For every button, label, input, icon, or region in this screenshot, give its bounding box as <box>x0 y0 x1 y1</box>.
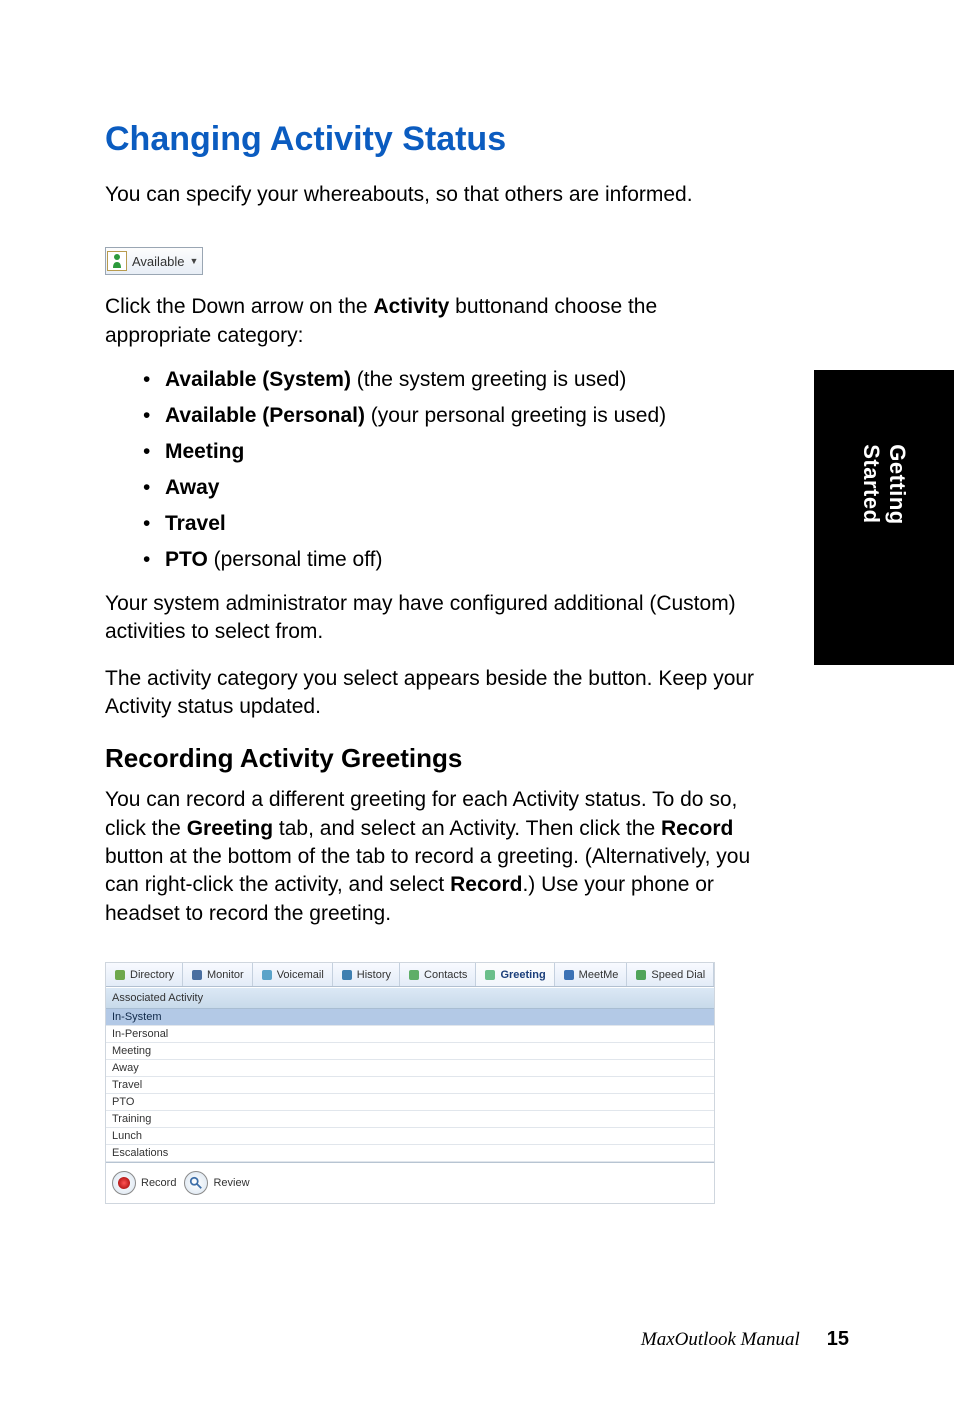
tab-label: MeetMe <box>579 969 619 981</box>
greeting-panel: Directory Monitor Voicemail History Contacts… <box>105 962 715 1204</box>
tab-directory[interactable]: Directory <box>106 963 183 986</box>
manual-name: MaxOutlook Manual <box>641 1329 800 1350</box>
review-button[interactable]: Review <box>184 1171 249 1195</box>
activity-row[interactable]: PTO <box>106 1094 714 1111</box>
history-icon <box>341 969 353 981</box>
monitor-icon <box>191 969 203 981</box>
tab-greeting[interactable]: Greeting <box>476 963 554 986</box>
tab-bar: Directory Monitor Voicemail History Contacts… <box>106 963 714 987</box>
review-icon <box>184 1171 208 1195</box>
tab-label: Greeting <box>500 969 545 981</box>
activity-row[interactable]: Away <box>106 1060 714 1077</box>
speeddial-icon <box>635 969 647 981</box>
list-item: Meeting <box>143 440 763 464</box>
recording-instruction: You can record a different greeting for … <box>105 786 755 928</box>
tab-voicemail[interactable]: Voicemail <box>253 963 333 986</box>
chevron-down-icon: ▼ <box>190 256 199 266</box>
tab-history[interactable]: History <box>333 963 400 986</box>
intro-text: You can specify your whereabouts, so tha… <box>105 181 755 209</box>
tab-label: Monitor <box>207 969 244 981</box>
tab-monitor[interactable]: Monitor <box>183 963 253 986</box>
record-button[interactable]: Record <box>112 1171 176 1195</box>
tab-label: Speed Dial <box>651 969 705 981</box>
tab-contacts[interactable]: Contacts <box>400 963 476 986</box>
contacts-icon <box>408 969 420 981</box>
greeting-icon <box>484 969 496 981</box>
voicemail-icon <box>261 969 273 981</box>
status-update-note: The activity category you select appears… <box>105 665 755 722</box>
activity-status-label: Available <box>132 254 185 269</box>
tab-label: Directory <box>130 969 174 981</box>
custom-activities-note: Your system administrator may have confi… <box>105 590 755 647</box>
activity-row[interactable]: In-System <box>106 1009 714 1026</box>
person-icon <box>107 251 127 271</box>
tab-label: Contacts <box>424 969 467 981</box>
section-heading: Recording Activity Greetings <box>105 743 849 774</box>
list-item: Travel <box>143 512 763 536</box>
tab-label: History <box>357 969 391 981</box>
page-title: Changing Activity Status <box>105 120 849 159</box>
list-item: Away <box>143 476 763 500</box>
meetme-icon <box>563 969 575 981</box>
directory-icon <box>114 969 126 981</box>
list-item: Available (Personal) (your personal gree… <box>143 404 763 428</box>
list-item: PTO (personal time off) <box>143 548 763 572</box>
list-item: Available (System) (the system greeting … <box>143 368 763 392</box>
activity-options-list: Available (System) (the system greeting … <box>143 368 763 572</box>
grid-header: Associated Activity <box>106 987 714 1009</box>
page-number: 15 <box>827 1328 849 1350</box>
activity-row[interactable]: Meeting <box>106 1043 714 1060</box>
activity-row[interactable]: Travel <box>106 1077 714 1094</box>
activity-row[interactable]: Training <box>106 1111 714 1128</box>
panel-footer: Record Review <box>106 1162 714 1203</box>
tab-meetme[interactable]: MeetMe <box>555 963 628 986</box>
activity-status-button[interactable]: Available ▼ <box>105 247 203 275</box>
activity-row[interactable]: In-Personal <box>106 1026 714 1043</box>
activity-instruction: Click the Down arrow on the Activity but… <box>105 293 755 350</box>
tab-label: Voicemail <box>277 969 324 981</box>
record-icon <box>112 1171 136 1195</box>
tab-speed-dial[interactable]: Speed Dial <box>627 963 714 986</box>
page-footer: MaxOutlook Manual 15 <box>641 1328 849 1351</box>
activity-row[interactable]: Lunch <box>106 1128 714 1145</box>
activity-row[interactable]: Escalations <box>106 1145 714 1162</box>
